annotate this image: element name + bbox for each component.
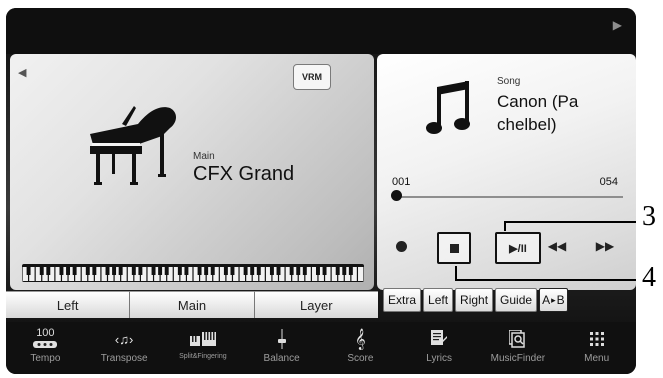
callout-4-line-vertical bbox=[455, 266, 457, 279]
ab-repeat-button[interactable]: A ▸ B bbox=[539, 288, 568, 312]
transpose-button[interactable]: ‹♫› Transpose bbox=[85, 322, 164, 374]
score-label: Score bbox=[347, 353, 374, 364]
transpose-icon: ‹♫› bbox=[114, 331, 134, 347]
music-finder-label: MusicFinder bbox=[490, 353, 546, 364]
callout-3: 3 bbox=[642, 201, 656, 232]
song-title: Canon (Pa chelbel) bbox=[497, 92, 579, 134]
transpose-label: Transpose bbox=[100, 353, 148, 364]
ab-a-label: A bbox=[542, 293, 551, 307]
song-part-left[interactable]: Left bbox=[423, 288, 454, 312]
top-bar: ▶ bbox=[6, 8, 636, 54]
bottom-function-bar: 100 Tempo ‹♫› Transpose Split&Fingering … bbox=[6, 322, 636, 374]
song-panel[interactable]: Song Canon (Pa chelbel) 001 054 ▶/II ◀◀ … bbox=[377, 54, 636, 290]
lyrics-label: Lyrics bbox=[426, 353, 452, 364]
voice-category: Main bbox=[193, 151, 215, 162]
part-tabs: Left Main Layer bbox=[6, 291, 378, 318]
voice-name: CFX Grand bbox=[193, 163, 295, 185]
callout-3-line bbox=[504, 221, 636, 223]
balance-label: Balance bbox=[263, 353, 300, 364]
rewind-icon: ◀◀ bbox=[547, 239, 567, 253]
balance-button[interactable]: Balance bbox=[242, 322, 321, 374]
fast-forward-icon: ▶▶ bbox=[595, 239, 615, 253]
score-button[interactable]: 𝄞 Score bbox=[321, 322, 400, 374]
split-fingering-icon bbox=[189, 328, 216, 350]
song-progress-bar[interactable] bbox=[395, 196, 623, 198]
song-position-handle[interactable] bbox=[391, 190, 402, 201]
music-finder-button[interactable]: MusicFinder bbox=[479, 322, 558, 374]
menu-grid-icon bbox=[589, 328, 604, 350]
song-label: Song bbox=[497, 76, 521, 87]
lyrics-icon bbox=[431, 328, 448, 350]
callout-4-line bbox=[455, 279, 636, 281]
display-screen: ▶ ◀ VRM Main CFX Grand Left Main Layer S… bbox=[6, 8, 636, 374]
song-part-buttons: Extra Left Right Guide A ▸ B bbox=[383, 288, 570, 312]
vrm-button[interactable]: VRM bbox=[293, 64, 331, 90]
song-part-extra[interactable]: Extra bbox=[383, 288, 422, 312]
tempo-icon bbox=[33, 339, 58, 350]
keyboard-graphic bbox=[22, 264, 364, 282]
part-tab-layer[interactable]: Layer bbox=[254, 291, 378, 318]
part-tab-main[interactable]: Main bbox=[130, 291, 255, 318]
split-fingering-button[interactable]: Split&Fingering bbox=[164, 322, 243, 374]
menu-label: Menu bbox=[584, 353, 610, 364]
lyrics-button[interactable]: Lyrics bbox=[400, 322, 479, 374]
callout-4: 4 bbox=[642, 262, 656, 293]
record-icon bbox=[395, 240, 407, 252]
stop-button[interactable] bbox=[437, 232, 471, 264]
tempo-button[interactable]: 100 Tempo bbox=[6, 322, 85, 374]
treble-clef-icon: 𝄞 bbox=[355, 328, 366, 349]
music-note-icon bbox=[426, 81, 470, 134]
back-arrow-icon[interactable]: ◀ bbox=[18, 66, 26, 79]
song-part-guide[interactable]: Guide bbox=[495, 288, 538, 312]
balance-icon bbox=[277, 328, 287, 350]
song-part-right[interactable]: Right bbox=[455, 288, 494, 312]
tempo-label: Tempo bbox=[30, 353, 61, 364]
voice-panel[interactable]: ◀ VRM Main CFX Grand bbox=[10, 54, 374, 290]
record-button[interactable] bbox=[387, 232, 415, 260]
play-pause-button[interactable]: ▶/II bbox=[495, 232, 541, 264]
stop-icon bbox=[449, 243, 459, 253]
measure-start: 001 bbox=[392, 176, 411, 188]
rewind-button[interactable]: ◀◀ bbox=[537, 232, 577, 260]
measure-end: 054 bbox=[599, 176, 618, 188]
piano-icon bbox=[90, 106, 176, 185]
split-fingering-label: Split&Fingering bbox=[179, 353, 227, 360]
callout-3-line-vertical bbox=[504, 221, 506, 231]
next-arrow-icon[interactable]: ▶ bbox=[613, 18, 622, 32]
ab-b-label: B bbox=[556, 293, 565, 307]
music-finder-icon bbox=[508, 328, 527, 350]
menu-button[interactable]: Menu bbox=[557, 322, 636, 374]
tempo-value: 100 bbox=[36, 327, 55, 339]
part-tab-left[interactable]: Left bbox=[6, 291, 131, 318]
fast-forward-button[interactable]: ▶▶ bbox=[585, 232, 625, 260]
